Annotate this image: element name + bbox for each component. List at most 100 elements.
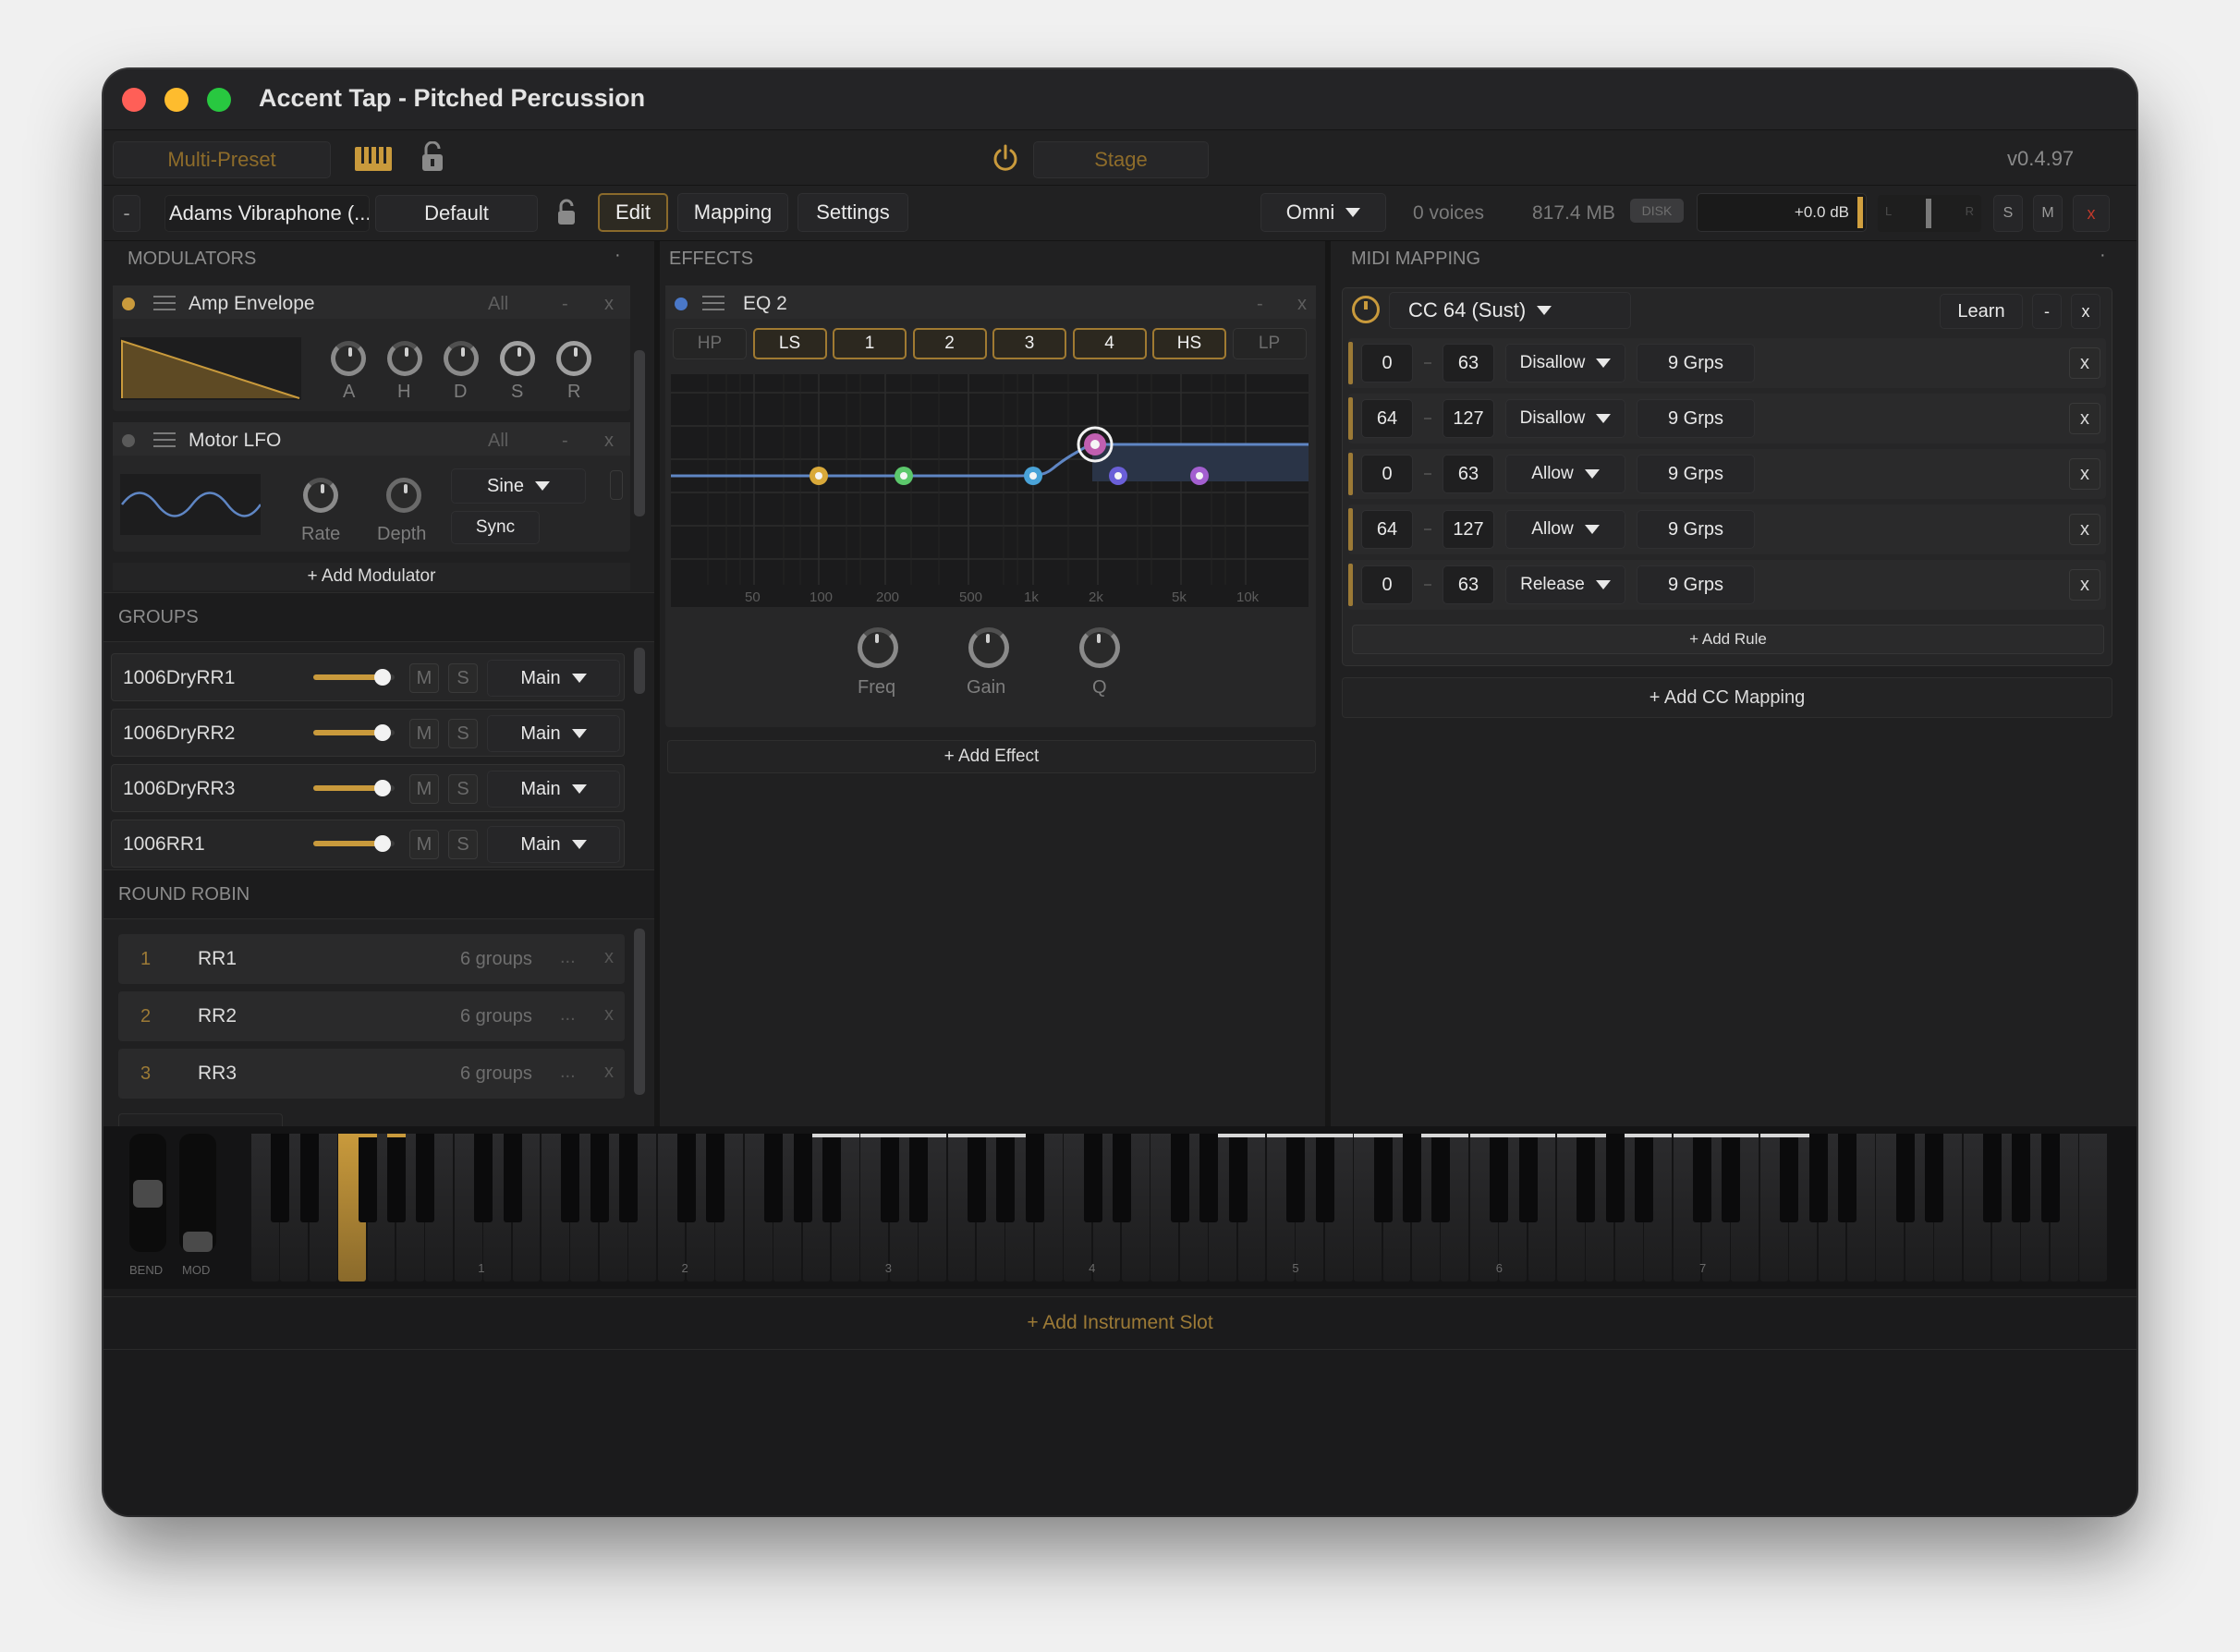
amp-envelope-target[interactable]: All: [488, 294, 508, 315]
group-volume-slider[interactable]: [313, 780, 395, 796]
collapse-slot-button[interactable]: -: [113, 195, 140, 232]
group-output-dropdown[interactable]: Main: [487, 660, 620, 697]
group-volume-slider[interactable]: [313, 724, 395, 741]
group-mute-button[interactable]: M: [409, 719, 439, 748]
round-robin-remove-button[interactable]: x: [604, 1004, 614, 1026]
remove-slot-button[interactable]: x: [2073, 195, 2110, 232]
slot-solo-button[interactable]: S: [1993, 195, 2023, 232]
black-key[interactable]: [1490, 1134, 1509, 1222]
rule-high-value[interactable]: 63: [1443, 455, 1494, 493]
round-robin-row[interactable]: 2 RR2 6 groups... x: [118, 991, 625, 1041]
round-robin-more-button[interactable]: ...: [560, 947, 576, 968]
black-key[interactable]: [503, 1134, 522, 1222]
modulators-menu[interactable]: ·: [615, 245, 621, 266]
black-key[interactable]: [1170, 1134, 1189, 1222]
group-solo-button[interactable]: S: [448, 663, 478, 693]
black-key[interactable]: [1228, 1134, 1248, 1222]
group-output-dropdown[interactable]: Main: [487, 826, 620, 863]
black-key[interactable]: [1199, 1134, 1219, 1222]
black-key[interactable]: [2040, 1134, 2060, 1222]
group-row[interactable]: 1006DryRR3 M S Main: [111, 764, 625, 812]
rule-low-value[interactable]: 0: [1361, 565, 1413, 604]
minimize-window-button[interactable]: [164, 88, 189, 112]
eq-enable-dot[interactable]: [675, 298, 688, 310]
group-row[interactable]: 1006DryRR2 M S Main: [111, 709, 625, 757]
black-key[interactable]: [706, 1134, 725, 1222]
eq-q-knob[interactable]: [1079, 627, 1120, 668]
black-key[interactable]: [909, 1134, 929, 1222]
midi-channel-dropdown[interactable]: Omni: [1260, 193, 1386, 232]
remove-cc-button[interactable]: x: [2071, 294, 2100, 329]
black-key[interactable]: [1577, 1134, 1596, 1222]
black-key[interactable]: [822, 1134, 841, 1222]
groups-scrollbar[interactable]: [634, 648, 645, 694]
black-key[interactable]: [1838, 1134, 1857, 1222]
motor-lfo-target[interactable]: All: [488, 431, 508, 452]
motor-lfo-remove[interactable]: x: [604, 431, 614, 452]
rule-remove-button[interactable]: x: [2069, 458, 2100, 490]
lfo-side-toggle[interactable]: [610, 470, 623, 500]
preset-selector[interactable]: Default: [375, 195, 538, 232]
eq-band-2[interactable]: 2: [912, 328, 987, 359]
black-key[interactable]: [1403, 1134, 1421, 1222]
black-key[interactable]: [387, 1134, 406, 1222]
piano-keyboard[interactable]: 1 2 3 4 5 6 7: [251, 1134, 2127, 1282]
rule-low-value[interactable]: 64: [1361, 510, 1413, 549]
group-mute-button[interactable]: M: [409, 830, 439, 859]
learn-button[interactable]: Learn: [1940, 294, 2023, 329]
black-key[interactable]: [474, 1134, 493, 1222]
eq-remove[interactable]: x: [1297, 294, 1307, 315]
tab-settings[interactable]: Settings: [797, 193, 908, 232]
drag-handle-icon[interactable]: [153, 295, 176, 311]
modulators-scrollbar[interactable]: [634, 350, 645, 516]
group-mute-button[interactable]: M: [409, 774, 439, 804]
black-key[interactable]: [358, 1134, 377, 1222]
collapse-cc-button[interactable]: -: [2032, 294, 2062, 329]
black-key[interactable]: [1693, 1134, 1711, 1222]
sustain-knob[interactable]: [500, 341, 535, 376]
round-robin-row[interactable]: 3 RR3 6 groups... x: [118, 1049, 625, 1099]
black-key[interactable]: [1780, 1134, 1799, 1222]
add-effect-button[interactable]: + Add Effect: [667, 740, 1316, 773]
rule-remove-button[interactable]: x: [2069, 514, 2100, 545]
black-key[interactable]: [1722, 1134, 1741, 1222]
volume-control[interactable]: +0.0 dB: [1697, 193, 1867, 232]
mod-wheel-handle[interactable]: [183, 1232, 213, 1252]
black-key[interactable]: [2012, 1134, 2031, 1222]
black-key[interactable]: [590, 1134, 609, 1222]
amp-envelope-remove[interactable]: x: [604, 294, 614, 315]
group-volume-handle[interactable]: [374, 780, 391, 796]
amp-envelope-collapse[interactable]: -: [562, 294, 568, 315]
pan-control[interactable]: L R: [1878, 195, 1981, 232]
lock-open-icon[interactable]: [420, 140, 444, 173]
multi-preset-button[interactable]: Multi-Preset: [113, 141, 331, 178]
release-knob[interactable]: [556, 341, 591, 376]
eq-gain-knob[interactable]: [968, 627, 1009, 668]
rule-low-value[interactable]: 0: [1361, 344, 1413, 383]
rule-action-dropdown[interactable]: Disallow: [1505, 344, 1625, 383]
eq-band-4[interactable]: 4: [1072, 328, 1147, 359]
eq-band-lp[interactable]: LP: [1232, 328, 1307, 359]
round-robin-remove-button[interactable]: x: [604, 947, 614, 968]
rule-low-value[interactable]: 64: [1361, 399, 1413, 438]
rule-action-dropdown[interactable]: Release: [1505, 565, 1625, 604]
black-key[interactable]: [299, 1134, 319, 1222]
cc-knob-icon[interactable]: [1352, 296, 1380, 323]
group-volume-handle[interactable]: [374, 724, 391, 741]
power-icon[interactable]: [991, 143, 1020, 173]
rule-groups-button[interactable]: 9 Grps: [1637, 565, 1755, 604]
rule-action-dropdown[interactable]: Allow: [1505, 455, 1625, 493]
round-robin-more-button[interactable]: ...: [560, 1004, 576, 1026]
add-modulator-button[interactable]: + Add Modulator: [113, 563, 630, 590]
rule-high-value[interactable]: 63: [1443, 565, 1494, 604]
rule-action-dropdown[interactable]: Allow: [1505, 510, 1625, 549]
black-key[interactable]: [416, 1134, 435, 1222]
black-key[interactable]: [1025, 1134, 1044, 1222]
rule-high-value[interactable]: 63: [1443, 344, 1494, 383]
eq-collapse[interactable]: -: [1257, 294, 1263, 315]
group-volume-slider[interactable]: [313, 835, 395, 852]
black-key[interactable]: [793, 1134, 812, 1222]
black-key[interactable]: [1808, 1134, 1828, 1222]
add-instrument-slot-button[interactable]: + Add Instrument Slot: [103, 1296, 2137, 1350]
group-row[interactable]: 1006DryRR1 M S Main: [111, 653, 625, 701]
